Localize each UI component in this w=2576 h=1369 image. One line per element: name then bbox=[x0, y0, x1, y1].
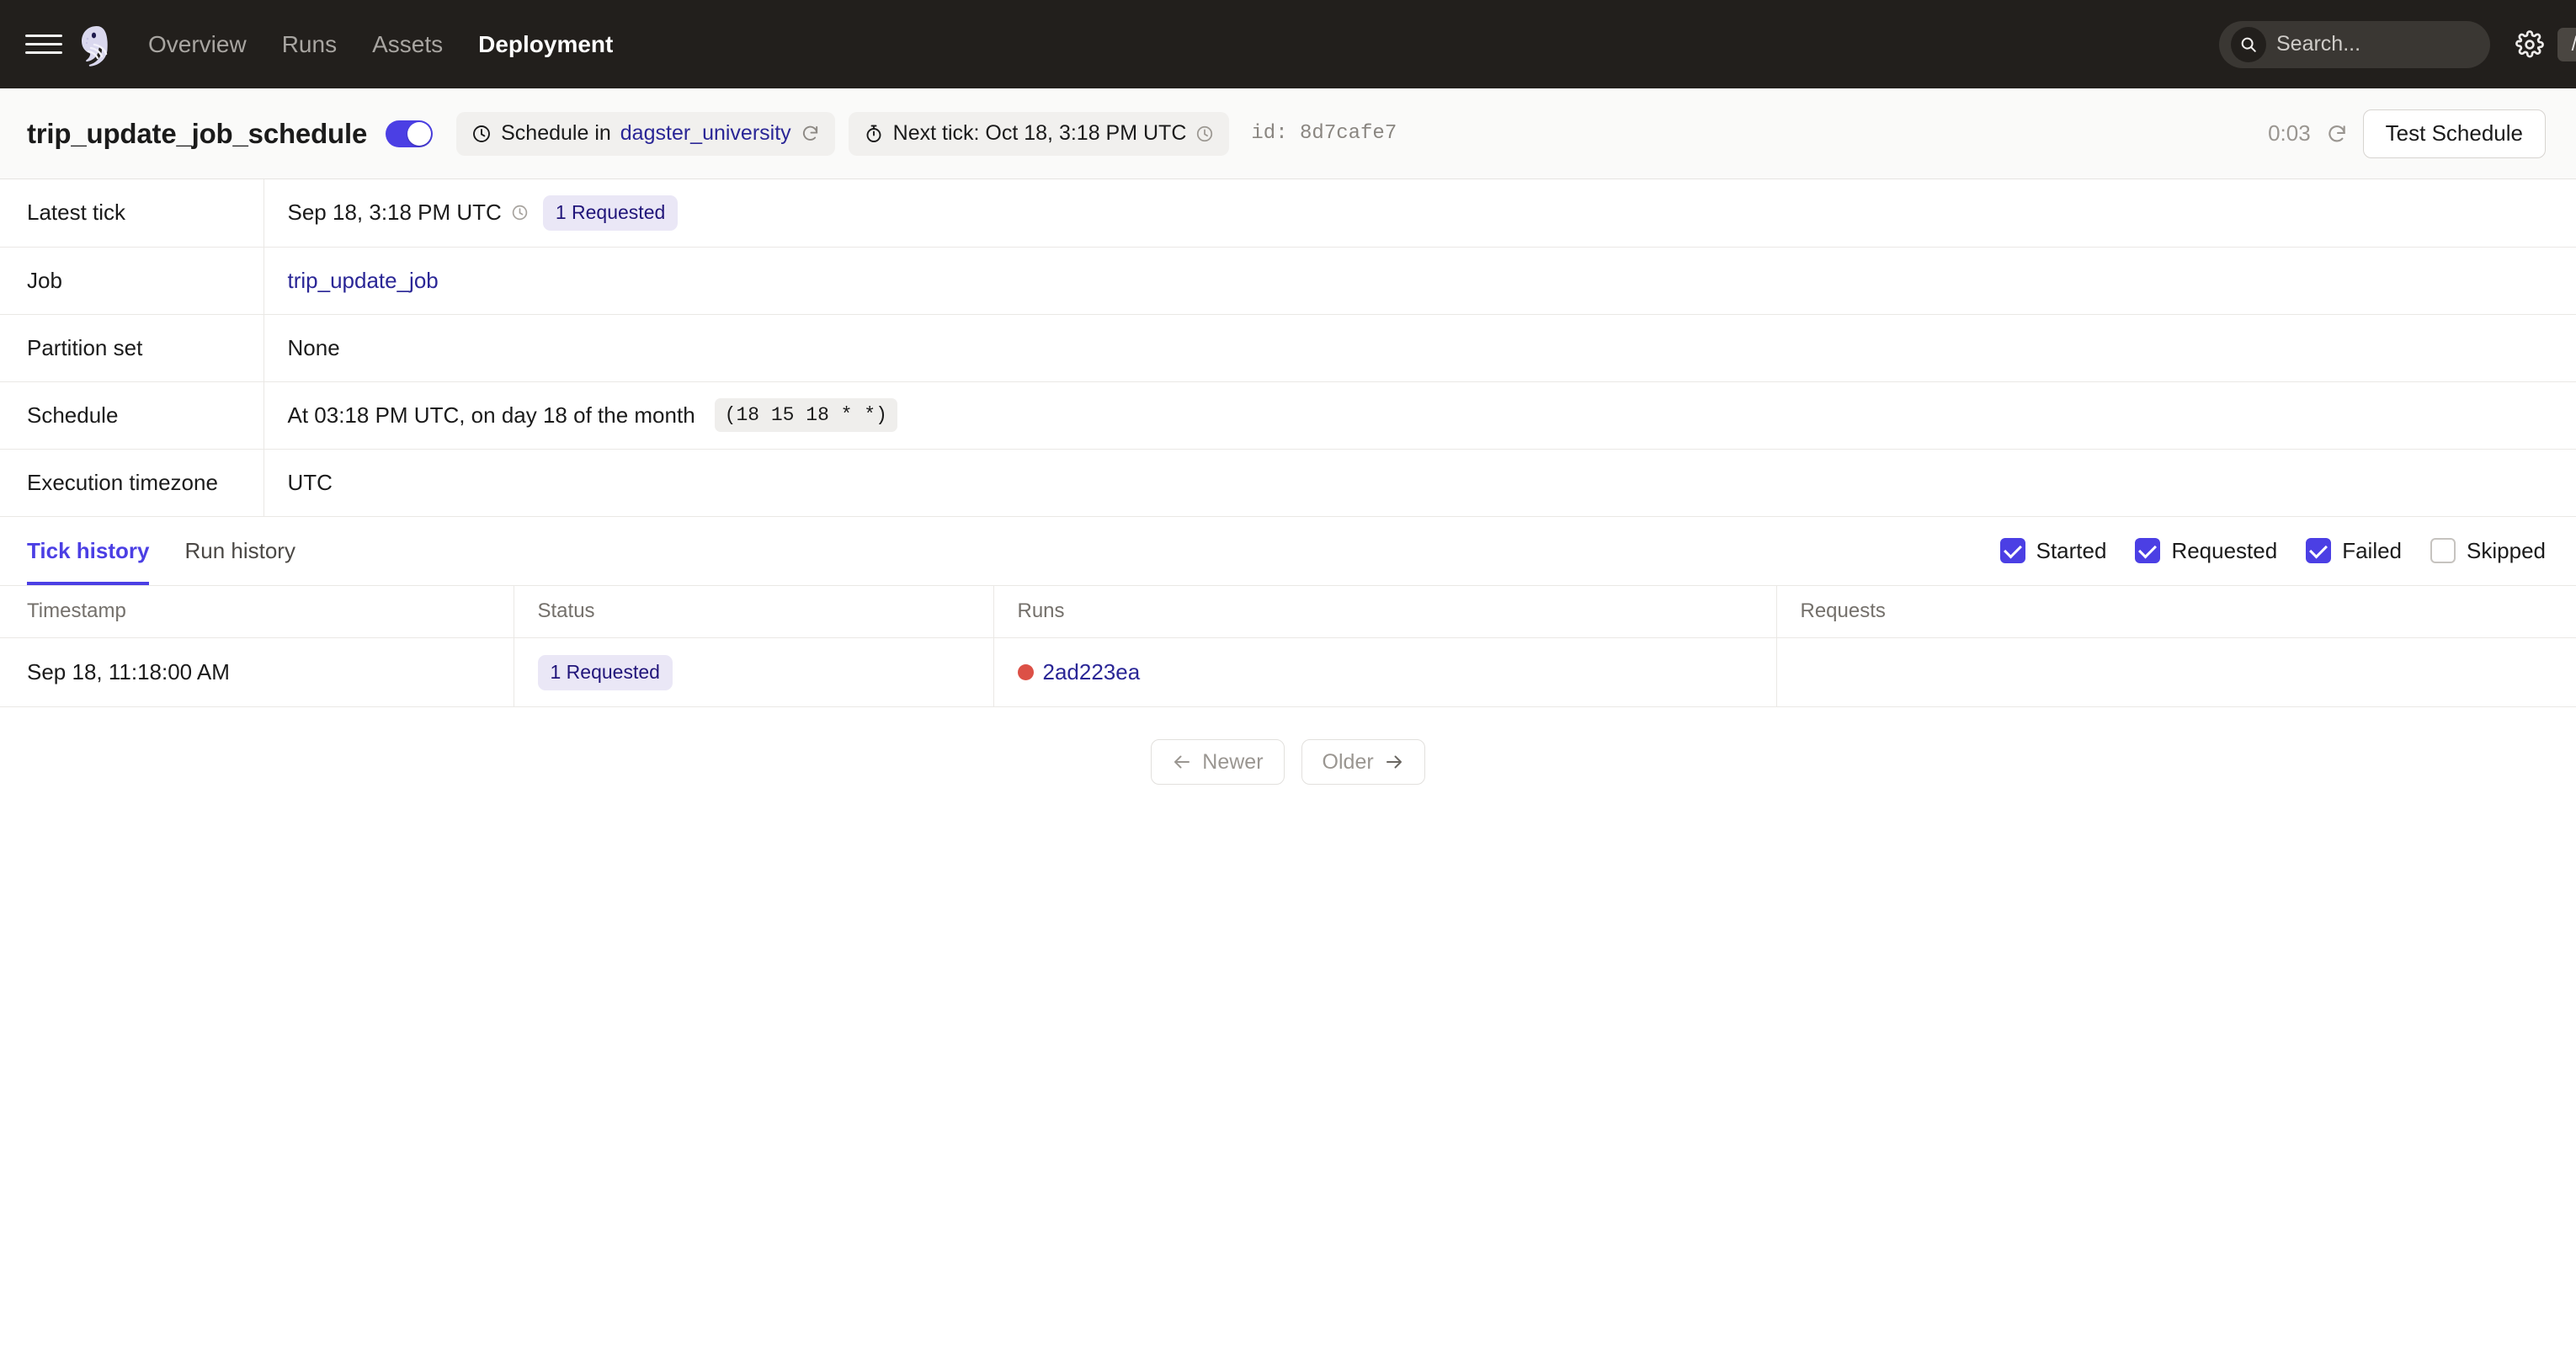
checkbox-skipped[interactable] bbox=[2430, 538, 2456, 563]
filter-started[interactable]: Started bbox=[1999, 537, 2107, 564]
run-id-link[interactable]: 2ad223ea bbox=[1043, 659, 1141, 685]
tick-history-table: Timestamp Status Runs Requests Sep 18, 1… bbox=[0, 585, 2576, 707]
refresh-icon[interactable] bbox=[801, 124, 820, 143]
timer-icon bbox=[864, 124, 884, 144]
schedule-details-table: Latest tick Sep 18, 3:18 PM UTC 1 Reques… bbox=[0, 179, 2576, 517]
dagster-logo-icon[interactable] bbox=[74, 21, 121, 68]
test-schedule-button[interactable]: Test Schedule bbox=[2362, 109, 2546, 158]
detail-value: None bbox=[287, 334, 340, 360]
schedule-page-header: trip_update_job_schedule Schedule in dag… bbox=[0, 88, 2576, 179]
detail-label: Latest tick bbox=[0, 179, 264, 247]
job-link[interactable]: trip_update_job bbox=[288, 268, 439, 293]
toggle-knob bbox=[407, 121, 432, 146]
detail-label: Partition set bbox=[0, 314, 264, 381]
newer-label: Newer bbox=[1202, 749, 1264, 774]
table-header-row: Timestamp Status Runs Requests bbox=[0, 585, 2576, 638]
column-header-timestamp: Timestamp bbox=[0, 585, 514, 638]
older-page-button[interactable]: Older bbox=[1301, 739, 1425, 785]
detail-row-schedule: Schedule At 03:18 PM UTC, on day 18 of t… bbox=[0, 381, 2576, 449]
detail-value: Sep 18, 3:18 PM UTC 1 Requested bbox=[263, 179, 2576, 247]
filter-failed[interactable]: Failed bbox=[2306, 538, 2402, 564]
refresh-icon[interactable] bbox=[2326, 123, 2348, 145]
next-tick-chip: Next tick: Oct 18, 3:18 PM UTC bbox=[848, 111, 1230, 156]
latest-tick-status-badge[interactable]: 1 Requested bbox=[542, 194, 679, 231]
cell-runs: 2ad223ea bbox=[993, 637, 1777, 707]
run-status-dot bbox=[1017, 664, 1034, 680]
clock-icon[interactable] bbox=[1195, 125, 1214, 143]
detail-row-latest-tick: Latest tick Sep 18, 3:18 PM UTC 1 Reques… bbox=[0, 179, 2576, 247]
nav-link-overview[interactable]: Overview bbox=[148, 31, 247, 58]
schedule-id-label: id: bbox=[1251, 122, 1288, 145]
page-title: trip_update_job_schedule bbox=[27, 117, 368, 149]
filter-label: Skipped bbox=[2467, 537, 2546, 563]
status-badge[interactable]: 1 Requested bbox=[537, 654, 673, 690]
clock-icon bbox=[471, 124, 492, 144]
top-navigation-bar: Overview Runs Assets Deployment / bbox=[0, 0, 2576, 88]
search-icon bbox=[2231, 26, 2266, 62]
cell-timestamp: Sep 18, 11:18:00 AM bbox=[0, 637, 514, 707]
search-input[interactable] bbox=[2276, 32, 2547, 56]
schedule-id: id: 8d7cafe7 bbox=[1251, 122, 1397, 145]
schedule-location-chip: Schedule in dagster_university bbox=[456, 111, 835, 156]
detail-value: At 03:18 PM UTC, on day 18 of the month … bbox=[263, 381, 2576, 449]
cell-status: 1 Requested bbox=[514, 637, 994, 707]
column-header-requests: Requests bbox=[1776, 585, 2576, 638]
refresh-countdown: 0:03 bbox=[2268, 120, 2311, 146]
column-header-status: Status bbox=[514, 585, 994, 638]
cron-expression-chip: (18 15 18 * *) bbox=[714, 398, 897, 432]
table-row: Sep 18, 11:18:00 AM 1 Requested 2ad223ea bbox=[0, 637, 2576, 707]
pagination-controls: Newer Older bbox=[0, 739, 2576, 785]
status-filters: Started Requested Failed Skipped bbox=[1999, 517, 2546, 585]
older-label: Older bbox=[1322, 749, 1374, 774]
top-navigation-actions: / bbox=[2219, 20, 2576, 68]
arrow-left-icon bbox=[1172, 752, 1192, 772]
detail-label: Schedule bbox=[0, 381, 264, 449]
detail-value: UTC bbox=[287, 469, 333, 495]
hamburger-menu-icon[interactable] bbox=[25, 26, 62, 63]
column-header-runs: Runs bbox=[993, 585, 1777, 638]
schedule-id-value: 8d7cafe7 bbox=[1300, 122, 1397, 145]
detail-row-execution-timezone: Execution timezone UTC bbox=[0, 449, 2576, 516]
newer-page-button[interactable]: Newer bbox=[1151, 739, 1285, 785]
nav-link-runs[interactable]: Runs bbox=[282, 31, 337, 58]
cell-requests bbox=[1776, 637, 2576, 707]
next-tick-label: Next tick: Oct 18, 3:18 PM UTC bbox=[892, 121, 1187, 145]
search-shortcut-key: / bbox=[2557, 27, 2576, 61]
detail-row-partition-set: Partition set None bbox=[0, 314, 2576, 381]
primary-navigation: Overview Runs Assets Deployment bbox=[148, 31, 613, 58]
detail-label: Job bbox=[0, 247, 264, 314]
filter-label: Requested bbox=[2171, 537, 2278, 563]
filter-skipped[interactable]: Skipped bbox=[2430, 538, 2546, 564]
gear-icon[interactable] bbox=[2515, 29, 2544, 59]
code-location-link[interactable]: dagster_university bbox=[620, 121, 791, 146]
detail-value: trip_update_job bbox=[263, 247, 2576, 314]
tab-tick-history[interactable]: Tick history bbox=[27, 517, 167, 585]
filter-label: Started bbox=[2036, 537, 2107, 563]
schedule-enabled-toggle[interactable] bbox=[386, 120, 434, 147]
detail-row-job: Job trip_update_job bbox=[0, 247, 2576, 314]
clock-icon[interactable] bbox=[511, 204, 529, 221]
checkbox-failed[interactable] bbox=[2306, 538, 2332, 563]
header-actions: 0:03 Test Schedule bbox=[2268, 109, 2546, 158]
schedule-description: At 03:18 PM UTC, on day 18 of the month bbox=[287, 402, 695, 428]
nav-link-deployment[interactable]: Deployment bbox=[478, 31, 613, 58]
filter-requested[interactable]: Requested bbox=[2135, 538, 2277, 564]
latest-tick-timestamp: Sep 18, 3:18 PM UTC bbox=[287, 200, 502, 226]
filter-label: Failed bbox=[2342, 537, 2403, 563]
checkbox-requested[interactable] bbox=[2135, 538, 2161, 563]
history-tabs-row: Tick history Run history Started Request… bbox=[0, 517, 2576, 586]
checkbox-started[interactable] bbox=[1999, 538, 2025, 563]
detail-label: Execution timezone bbox=[0, 449, 264, 516]
history-tabs: Tick history Run history bbox=[27, 517, 313, 585]
tab-run-history[interactable]: Run history bbox=[167, 517, 313, 585]
arrow-right-icon bbox=[1384, 752, 1404, 772]
search-box[interactable]: / bbox=[2219, 20, 2576, 68]
schedule-location-prefix: Schedule in bbox=[501, 121, 611, 145]
nav-link-assets[interactable]: Assets bbox=[372, 31, 443, 58]
